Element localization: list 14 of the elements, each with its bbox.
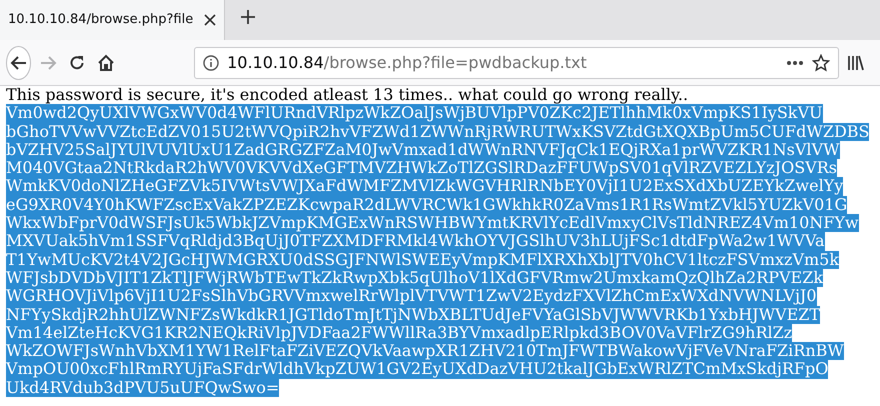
back-button[interactable] — [6, 46, 32, 80]
intro-text: This password is secure, it's encoded atleast 13 times.. what could go wrong really.. — [6, 86, 690, 104]
url-text: 10.10.10.84/browse.php?file=pwdbackup.txt — [227, 52, 588, 74]
plus-icon[interactable] — [240, 9, 256, 25]
address-field[interactable]: 10.10.10.84/browse.php?file=pwdbackup.txt — [194, 46, 840, 78]
home-icon[interactable] — [96, 54, 115, 72]
info-icon[interactable] — [203, 54, 220, 70]
reload-icon[interactable] — [68, 54, 86, 72]
browser-tab[interactable]: 10.10.10.84/browse.php?file — [0, 0, 225, 40]
more-icon[interactable] — [786, 60, 804, 66]
back-arrow-icon[interactable] — [10, 54, 28, 72]
library-icon[interactable] — [846, 54, 865, 70]
star-icon[interactable] — [812, 54, 830, 72]
close-icon[interactable] — [204, 14, 216, 26]
